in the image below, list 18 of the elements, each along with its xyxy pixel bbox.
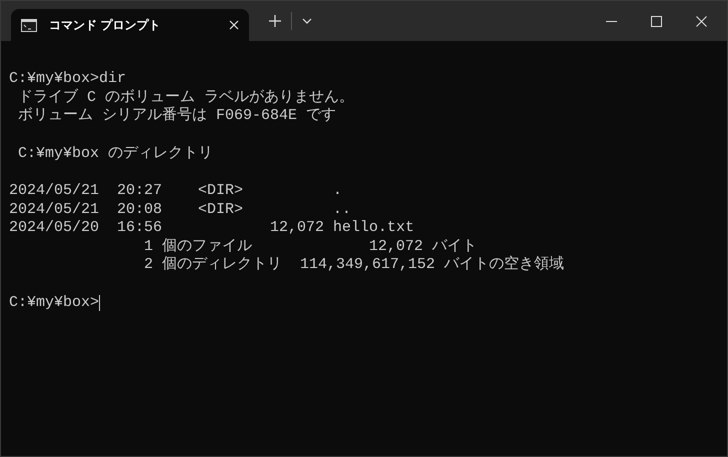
terminal-tab[interactable]: コマンド プロンプト <box>11 9 249 41</box>
terminal-line: ボリューム シリアル番号は F069-684E です <box>17 107 336 126</box>
tab-title: コマンド プロンプト <box>49 17 162 34</box>
terminal-icon <box>21 18 37 32</box>
terminal-line: C:¥my¥box>dir <box>9 70 126 88</box>
maximize-icon[interactable] <box>651 16 662 26</box>
terminal-line: 2024/05/21 20:27 <DIR> . <box>9 182 342 200</box>
dropdown-icon[interactable] <box>302 18 312 24</box>
terminal-line: ドライブ C のボリューム ラベルがありません。 <box>17 88 354 106</box>
new-tab-icon[interactable] <box>269 15 281 27</box>
terminal-line: 2024/05/20 16:56 12,072 hello.txt <box>9 219 414 238</box>
terminal-line: 1 個のファイル 12,072 バイト <box>143 238 478 256</box>
close-icon[interactable] <box>696 16 707 26</box>
terminal-line: 2024/05/21 20:08 <DIR> .. <box>9 200 352 219</box>
terminal-line: C:¥my¥box のディレクトリ <box>17 144 214 163</box>
close-tab-icon[interactable] <box>229 20 239 30</box>
prompt: C:¥my¥box> <box>9 294 100 312</box>
terminal-line: 2 個のディレクトリ 114,349,617,152 バイトの空き領域 <box>143 256 564 274</box>
